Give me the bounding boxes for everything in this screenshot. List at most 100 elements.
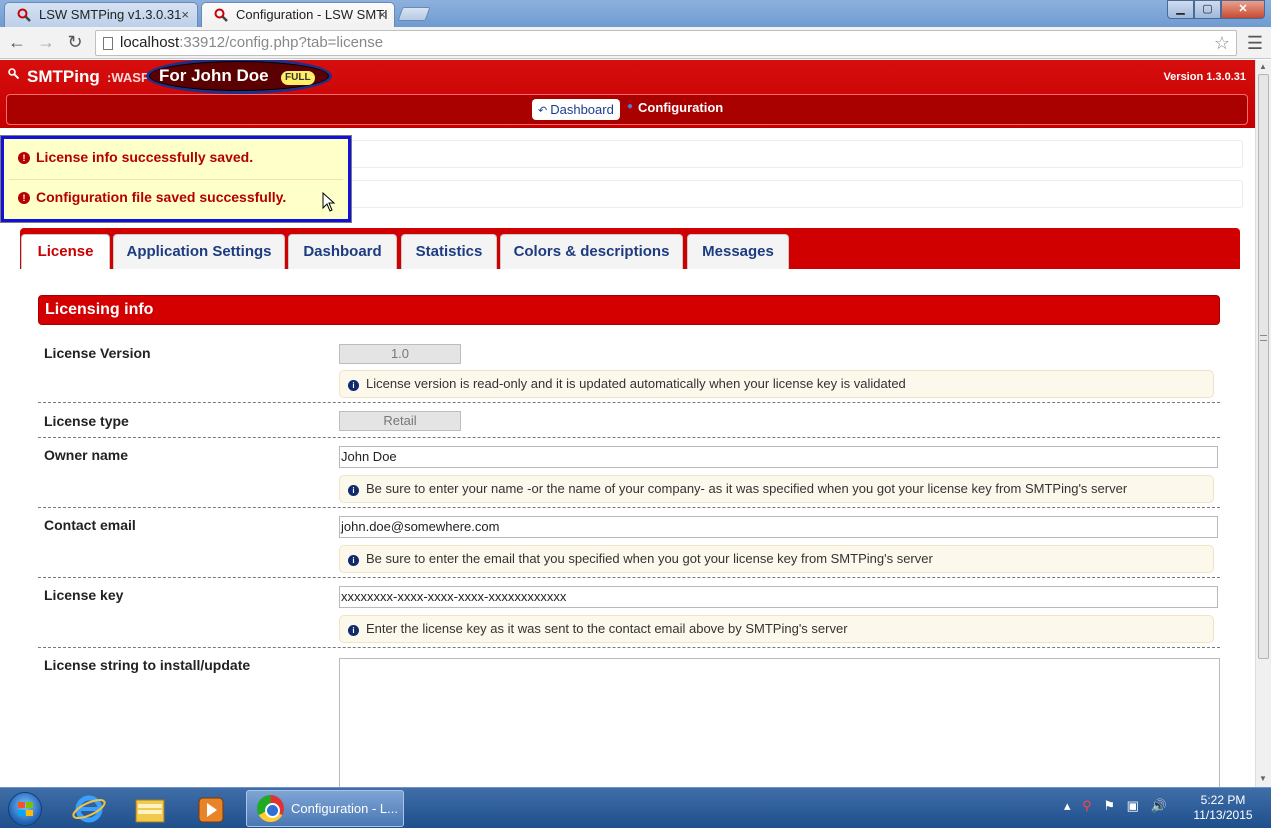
- internet-explorer-icon[interactable]: [62, 792, 116, 826]
- magnifier-logo-icon: [8, 68, 19, 79]
- owner-name-input[interactable]: John Doe: [339, 446, 1218, 468]
- page-icon: [103, 37, 113, 50]
- address-bar[interactable]: localhost:33912/config.php?tab=license ☆: [95, 30, 1237, 56]
- scrollbar-thumb[interactable]: [1258, 74, 1269, 659]
- tab-messages[interactable]: Messages: [687, 234, 789, 269]
- media-player-icon[interactable]: [184, 792, 238, 826]
- new-tab-button[interactable]: [397, 7, 431, 21]
- notice-text: License info successfully saved.: [36, 149, 254, 165]
- clock-time: 5:22 PM: [1200, 793, 1246, 807]
- system-clock[interactable]: 5:22 PM 11/13/2015: [1188, 793, 1258, 823]
- tab-close-icon[interactable]: ×: [378, 3, 386, 26]
- minimize-button[interactable]: ▁: [1167, 0, 1194, 19]
- smtping-favicon-icon: [214, 8, 228, 22]
- url-host: localhost: [120, 34, 180, 51]
- window-controls: ▁ ▢ ✕: [1167, 0, 1265, 20]
- hint-text: Enter the license key as it was sent to …: [366, 621, 848, 636]
- notice-divider: [9, 179, 343, 180]
- page-viewport: SMTPing :WASP For John Doe FULL Version …: [0, 60, 1255, 787]
- hint-text: Be sure to enter your name -or the name …: [366, 481, 1128, 496]
- app-header: SMTPing :WASP For John Doe FULL Version …: [0, 60, 1255, 128]
- file-explorer-icon[interactable]: [123, 792, 177, 826]
- field-label: License string to install/update: [44, 657, 251, 673]
- breadcrumb-dashboard-link[interactable]: ↶ Dashboard: [532, 99, 620, 120]
- notice-text: Configuration file saved successfully.: [36, 189, 287, 205]
- os-taskbar: Configuration - L... ▴ ⚲ ⚑ ▣ 🔊 5:22 PM 1…: [0, 787, 1271, 828]
- field-label: Owner name: [44, 447, 129, 463]
- taskbar-window-title: Configuration - L...: [291, 801, 398, 816]
- field-license-key: License key xxxxxxxx-xxxx-xxxx-xxxx-xxxx…: [38, 578, 1220, 648]
- config-tabs: License Application Settings Dashboard S…: [20, 228, 1240, 269]
- info-icon: i: [348, 625, 359, 636]
- field-owner-name: Owner name John Doe i Be sure to enter yo…: [38, 438, 1220, 508]
- browser-tab-smtping[interactable]: LSW SMTPing v1.3.0.31 ×: [4, 2, 198, 27]
- bookmark-star-icon[interactable]: ☆: [1214, 31, 1230, 55]
- tab-dashboard[interactable]: Dashboard: [288, 234, 397, 269]
- scroll-up-icon[interactable]: ▲: [1259, 62, 1267, 71]
- browser-tab-configuration[interactable]: Configuration - LSW SMTI ×: [201, 2, 395, 27]
- field-label: License Version: [44, 345, 151, 361]
- menu-hamburger-icon[interactable]: ☰: [1247, 33, 1263, 54]
- breadcrumb-current: Configuration: [638, 100, 724, 115]
- close-window-button[interactable]: ✕: [1221, 0, 1265, 19]
- license-key-input[interactable]: xxxxxxxx-xxxx-xxxx-xxxx-xxxxxxxxxxxx: [339, 586, 1218, 608]
- tab-statistics[interactable]: Statistics: [401, 234, 497, 269]
- field-hint: i Be sure to enter the email that you spe…: [339, 545, 1214, 573]
- taskbar-chrome-window[interactable]: Configuration - L...: [246, 790, 404, 827]
- license-version-value: 1.0: [339, 344, 461, 364]
- reload-icon[interactable]: ↻: [64, 32, 86, 53]
- breadcrumb-separator-icon: ●: [627, 101, 634, 112]
- maximize-button[interactable]: ▢: [1194, 0, 1221, 19]
- hint-text: License version is read-only and it is u…: [366, 376, 906, 391]
- clock-date: 11/13/2015: [1193, 808, 1253, 822]
- start-button[interactable]: [8, 792, 42, 826]
- field-contact-email: Contact email john.doe@somewhere.com i Be…: [38, 508, 1220, 578]
- forward-arrow-icon[interactable]: →: [35, 32, 57, 53]
- contact-email-input[interactable]: john.doe@somewhere.com: [339, 516, 1218, 538]
- url-path: :33912/config.php?tab=license: [179, 34, 384, 51]
- edition-badge: FULL: [281, 71, 315, 85]
- network-icon[interactable]: ▣: [1127, 798, 1139, 813]
- tray-expand-icon[interactable]: ▴: [1064, 798, 1071, 813]
- field-hint: i License version is read-only and it is …: [339, 370, 1214, 398]
- breadcrumb-dashboard-label: Dashboard: [550, 102, 614, 117]
- mouse-pointer-icon: [322, 192, 336, 212]
- field-label: License key: [44, 587, 124, 603]
- tab-close-icon[interactable]: ×: [181, 3, 189, 26]
- volume-icon[interactable]: 🔊: [1151, 798, 1167, 813]
- smtping-tray-icon[interactable]: ⚲: [1082, 798, 1092, 813]
- vertical-scrollbar[interactable]: ▲ ▼: [1255, 60, 1271, 787]
- field-label: Contact email: [44, 517, 136, 533]
- tab-license[interactable]: License: [21, 234, 110, 269]
- system-tray: ▴ ⚲ ⚑ ▣ 🔊: [1064, 798, 1175, 814]
- field-label: License type: [44, 413, 129, 429]
- tab-application-settings[interactable]: Application Settings: [113, 234, 285, 269]
- windows-logo-icon: [18, 802, 33, 816]
- browser-tab-label: LSW SMTPing v1.3.0.31: [39, 7, 182, 22]
- breadcrumb: ↶ Dashboard ● Configuration: [6, 94, 1248, 125]
- alert-icon: !: [18, 152, 30, 164]
- action-center-flag-icon[interactable]: ⚑: [1103, 798, 1115, 813]
- tab-colors-descriptions[interactable]: Colors & descriptions: [500, 234, 683, 269]
- notice-item: ! Configuration file saved successfully.: [18, 189, 286, 205]
- smtping-favicon-icon: [17, 8, 31, 22]
- return-arrow-icon: ↶: [538, 105, 548, 117]
- field-hint: i Be sure to enter your name -or the name…: [339, 475, 1214, 503]
- license-type-value: Retail: [339, 411, 461, 431]
- chrome-icon: [257, 795, 284, 822]
- back-arrow-icon[interactable]: ←: [6, 32, 28, 53]
- owner-label: For John Doe: [159, 66, 269, 85]
- info-icon: i: [348, 485, 359, 496]
- scroll-down-icon[interactable]: ▼: [1259, 774, 1267, 783]
- browser-tabstrip: LSW SMTPing v1.3.0.31 × Configuration - …: [0, 0, 1271, 27]
- hint-text: Be sure to enter the email that you spec…: [366, 551, 933, 566]
- field-license-string: License string to install/update: [38, 648, 1220, 787]
- notice-item: ! License info successfully saved.: [18, 149, 253, 165]
- field-hint: i Enter the license key as it was sent to…: [339, 615, 1214, 643]
- license-owner-highlight: For John Doe FULL: [146, 60, 332, 94]
- section-title: Licensing info: [38, 295, 1220, 325]
- license-string-textarea[interactable]: [339, 658, 1220, 787]
- info-icon: i: [348, 555, 359, 566]
- browser-tab-label: Configuration - LSW SMTI: [236, 7, 388, 22]
- notice-panel: ! License info successfully saved. ! Confi…: [1, 136, 351, 222]
